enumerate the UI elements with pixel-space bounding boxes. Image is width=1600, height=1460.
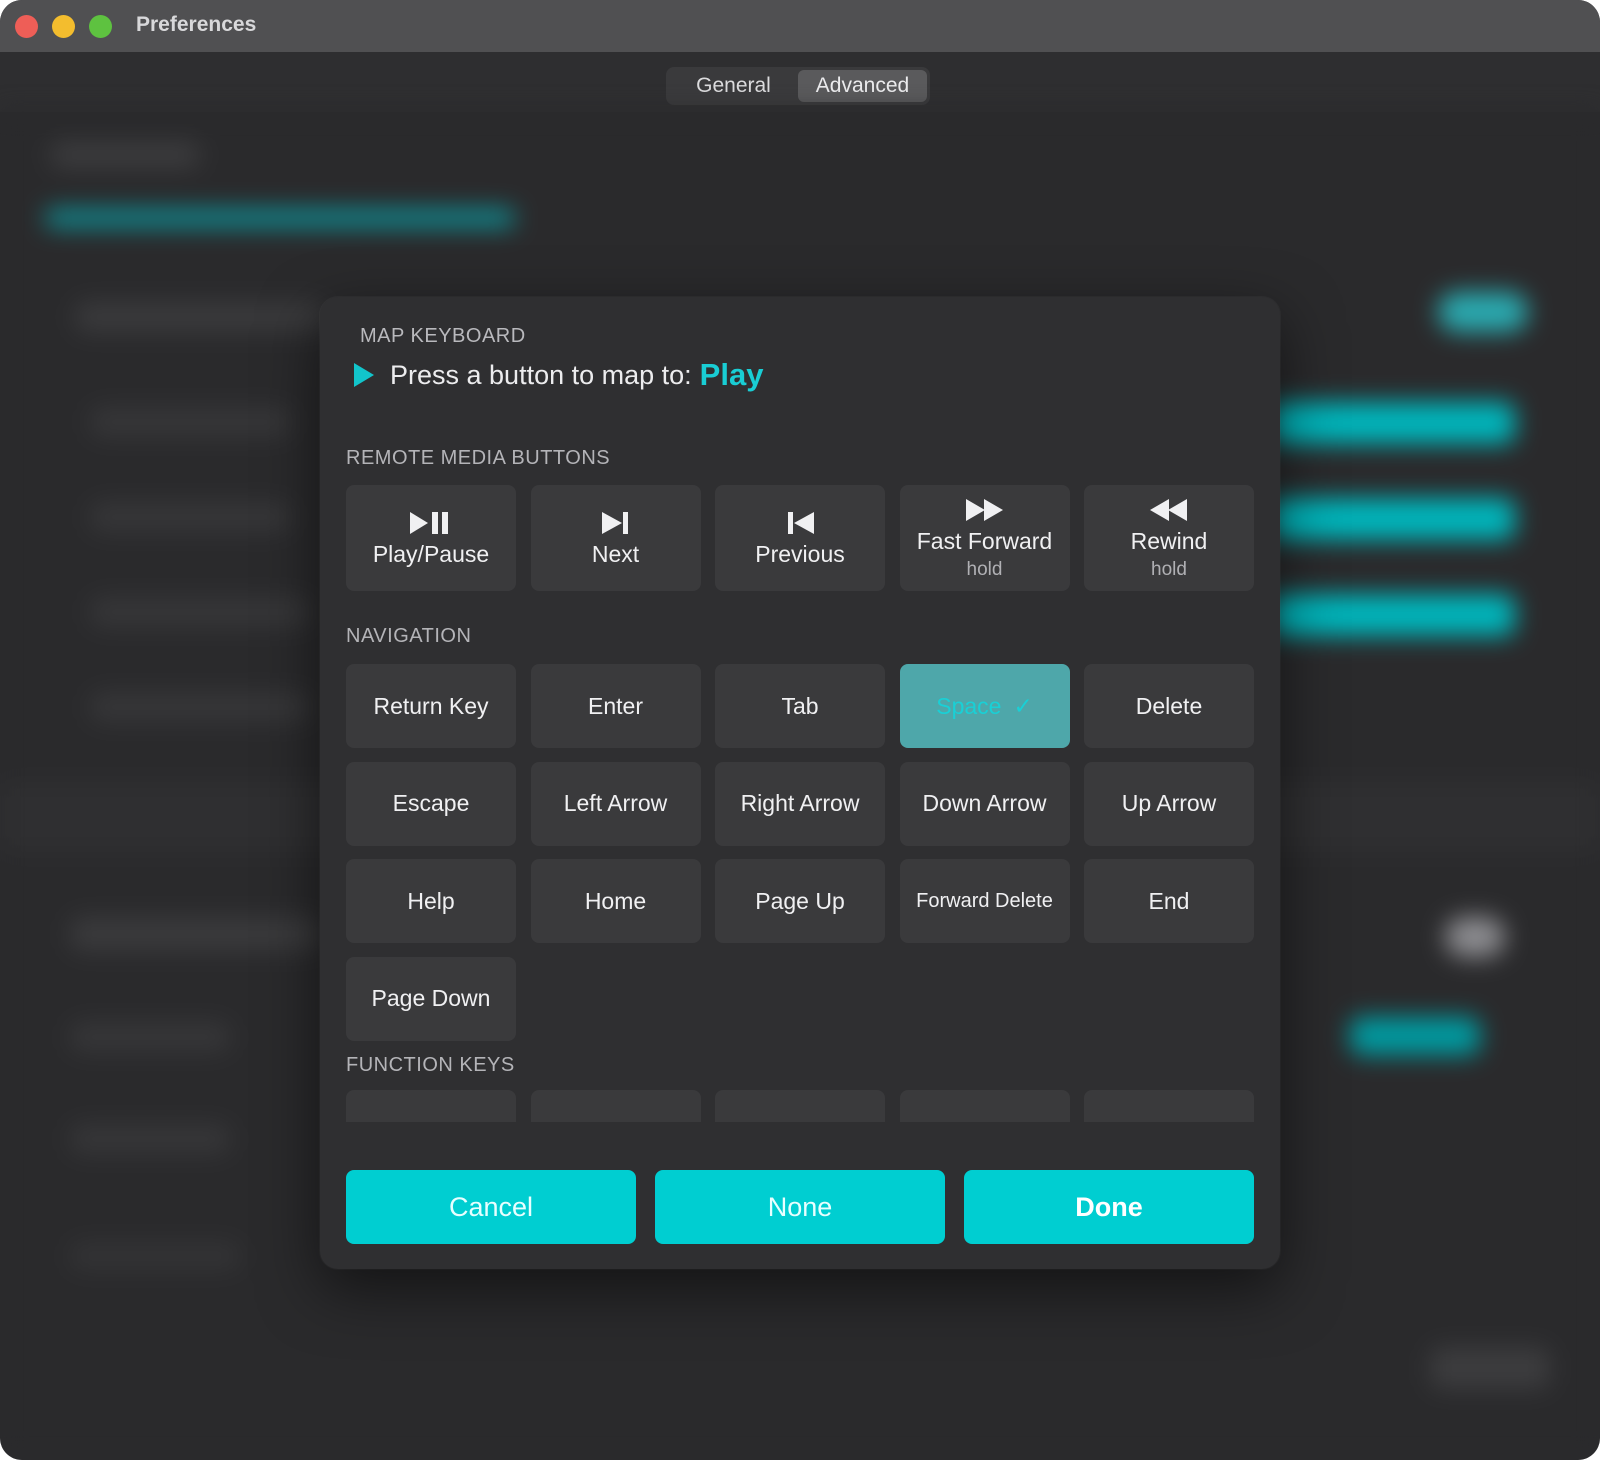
- key-hint: hold: [1151, 558, 1187, 580]
- checkmark-icon: ✓: [1013, 692, 1033, 719]
- function-key[interactable]: [715, 1090, 885, 1122]
- key-help[interactable]: Help: [346, 859, 516, 943]
- preferences-tab-control: General Advanced: [666, 67, 930, 105]
- section-label-navigation: NAVIGATION: [346, 625, 472, 647]
- key-enter[interactable]: Enter: [530, 664, 701, 748]
- section-label-remote: REMOTE MEDIA BUTTONS: [346, 447, 611, 469]
- key-next[interactable]: Next: [530, 485, 701, 591]
- key-tab[interactable]: Tab: [715, 664, 885, 748]
- key-fast-forward[interactable]: Fast Forward hold: [899, 485, 1070, 591]
- key-rewind[interactable]: Rewind hold: [1084, 485, 1254, 591]
- blurred-row: [90, 502, 290, 532]
- key-page-up[interactable]: Page Up: [715, 859, 885, 943]
- blurred-accent-button: [1270, 402, 1515, 444]
- blurred-row: [70, 1022, 230, 1052]
- zoom-window-button[interactable]: [89, 15, 112, 38]
- prompt-text: Press a button to map to:: [390, 359, 692, 390]
- key-return[interactable]: Return Key: [346, 664, 516, 748]
- key-home[interactable]: Home: [530, 859, 701, 943]
- function-key[interactable]: [346, 1090, 516, 1122]
- blurred-row: [90, 692, 310, 722]
- fast-forward-icon: [965, 496, 1004, 524]
- blurred-accent-line: [45, 209, 515, 227]
- mapping-target: Play: [699, 357, 764, 392]
- key-delete[interactable]: Delete: [1084, 664, 1254, 748]
- key-right-arrow[interactable]: Right Arrow: [715, 761, 885, 846]
- blurred-header-bar: [50, 142, 200, 168]
- blurred-accent-button: [1270, 498, 1515, 540]
- function-keys-scroll-area[interactable]: [346, 1090, 1254, 1122]
- none-button[interactable]: None: [655, 1170, 945, 1244]
- map-keyboard-dialog: MAP KEYBOARD Press a button to map to: P…: [320, 297, 1280, 1269]
- blurred-button: [1430, 1347, 1550, 1389]
- tab-general[interactable]: General: [669, 70, 798, 102]
- key-escape[interactable]: Escape: [346, 761, 516, 846]
- blurred-row: [90, 597, 310, 627]
- function-key[interactable]: [530, 1090, 701, 1122]
- close-window-button[interactable]: [15, 15, 38, 38]
- blurred-toggle-knob: [1445, 917, 1505, 957]
- blurred-row: [75, 302, 325, 332]
- key-label: Rewind: [1130, 527, 1208, 554]
- previous-track-icon: [786, 509, 814, 537]
- key-label: Previous: [755, 540, 845, 567]
- title-bar[interactable]: Preferences: [0, 0, 1600, 53]
- key-forward-delete[interactable]: Forward Delete: [899, 859, 1070, 943]
- blurred-accent-button: [1350, 1017, 1480, 1055]
- key-space-selected[interactable]: Space ✓: [899, 664, 1070, 748]
- dialog-prompt: Press a button to map to: Play: [354, 355, 763, 395]
- blurred-accent-button: [1270, 594, 1515, 636]
- done-button[interactable]: Done: [964, 1170, 1254, 1244]
- rewind-icon: [1150, 496, 1188, 524]
- section-label-function: FUNCTION KEYS: [346, 1054, 515, 1076]
- function-key[interactable]: [1084, 1090, 1254, 1122]
- dialog-actions: Cancel None Done: [346, 1170, 1254, 1244]
- preferences-window: Preferences General Advanced MAP KEYBOAR…: [0, 0, 1600, 1460]
- key-end[interactable]: End: [1084, 859, 1254, 943]
- key-label: Next: [591, 540, 640, 567]
- minimize-window-button[interactable]: [52, 15, 75, 38]
- cancel-button[interactable]: Cancel: [346, 1170, 636, 1244]
- key-hint: hold: [966, 558, 1003, 580]
- blurred-row: [90, 407, 290, 437]
- blurred-row: [70, 1124, 230, 1154]
- key-left-arrow[interactable]: Left Arrow: [530, 761, 701, 846]
- key-page-down[interactable]: Page Down: [346, 956, 516, 1041]
- key-play-pause[interactable]: Play/Pause: [346, 485, 516, 591]
- key-label: Play/Pause: [372, 540, 490, 567]
- navigation-keys-grid: Return Key Enter Tab Space ✓ Delete Esca…: [346, 664, 1254, 1041]
- remote-buttons-grid: Play/Pause Next Previous Fast Forward ho…: [346, 485, 1254, 591]
- play-pause-icon: [410, 509, 452, 537]
- dialog-kicker: MAP KEYBOARD: [360, 325, 526, 347]
- play-icon: [354, 363, 374, 387]
- blurred-toggle: [1438, 292, 1528, 332]
- key-label: Fast Forward: [916, 527, 1053, 554]
- key-label: Space: [936, 692, 1002, 719]
- blurred-row: [70, 917, 320, 951]
- window-title: Preferences: [136, 13, 257, 36]
- tab-advanced[interactable]: Advanced: [798, 70, 927, 102]
- key-down-arrow[interactable]: Down Arrow: [899, 761, 1070, 846]
- blurred-row: [70, 1242, 240, 1270]
- next-track-icon: [601, 509, 630, 537]
- function-keys-grid: [346, 1090, 1254, 1122]
- function-key[interactable]: [899, 1090, 1070, 1122]
- key-up-arrow[interactable]: Up Arrow: [1084, 761, 1254, 846]
- key-previous[interactable]: Previous: [715, 485, 885, 591]
